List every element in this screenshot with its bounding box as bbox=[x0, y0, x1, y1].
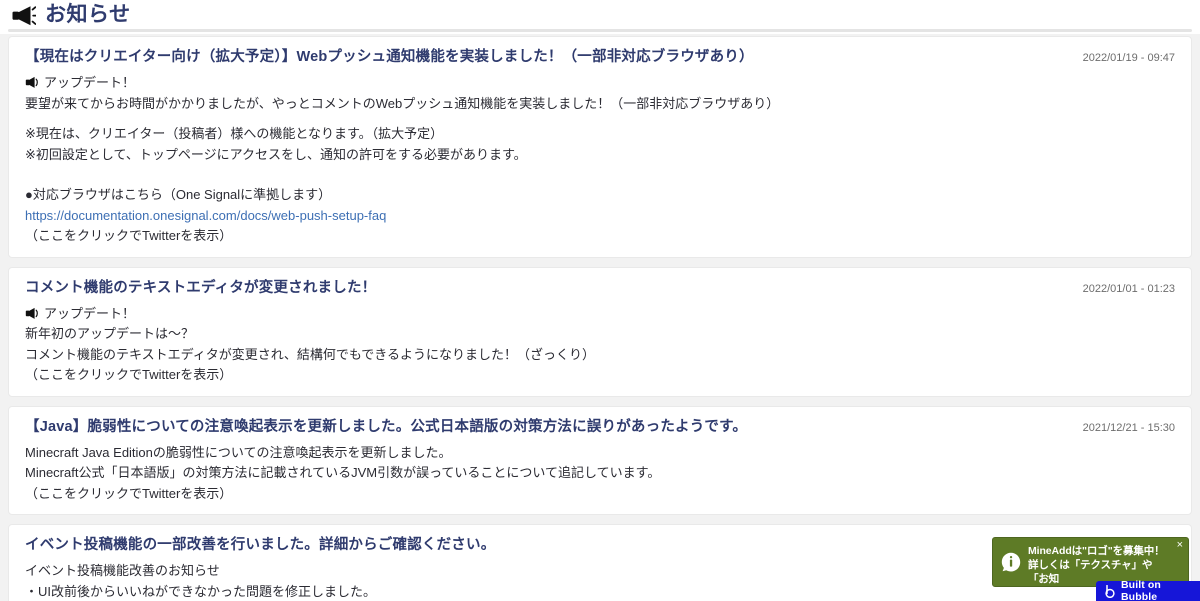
announcement-header: コメント機能のテキストエディタが変更されました！ 2022/01/01 - 01:… bbox=[23, 278, 1177, 298]
megaphone-icon bbox=[12, 5, 36, 25]
announcement-body: アップデート！ 要望が来てからお時間がかかりましたが、やっとコメントのWebプッシ… bbox=[23, 73, 1177, 247]
announcement-list: 【現在はクリエイター向け（拡大予定）】Webプッシュ通知機能を実装しました！（一… bbox=[8, 36, 1192, 601]
announcement-card[interactable]: 【現在はクリエイター向け（拡大予定）】Webプッシュ通知機能を実装しました！（一… bbox=[8, 36, 1192, 258]
loudspeaker-icon bbox=[25, 307, 38, 319]
announcement-body-spacer bbox=[25, 175, 1177, 185]
page-title: お知らせ bbox=[45, 3, 131, 26]
announcement-card[interactable]: 【Java】脆弱性についての注意喚起表示を更新しました。公式日本語版の対策方法に… bbox=[8, 405, 1192, 515]
announcement-title[interactable]: 【現在はクリエイター向け（拡大予定）】Webプッシュ通知機能を実装しました！（一… bbox=[23, 47, 1071, 67]
announcement-date: 2022/01/01 - 01:23 bbox=[1082, 282, 1175, 295]
loudspeaker-icon bbox=[25, 76, 38, 88]
announcement-body-text: （ここをクリックでTwitterを表示） bbox=[25, 367, 233, 382]
announcement-body-spacer bbox=[25, 165, 1177, 175]
close-icon[interactable]: × bbox=[1177, 539, 1183, 551]
header-divider bbox=[8, 29, 1192, 32]
announcement-title[interactable]: コメント機能のテキストエディタが変更されました！ bbox=[23, 278, 1071, 298]
info-icon bbox=[1001, 552, 1021, 572]
announcement-body-text: アップデート！ bbox=[44, 305, 136, 321]
announcement-body-text: Minecraft Java Editionの脆弱性についての注意喚起表示を更新… bbox=[25, 444, 452, 460]
header-inner: お知らせ bbox=[0, 0, 1200, 30]
announcement-body-text: （ここをクリックでTwitterを表示） bbox=[25, 485, 233, 501]
announcement-body-text: アップデート！ bbox=[44, 75, 136, 90]
announcement-body-spacer bbox=[25, 114, 1177, 124]
announcement-title[interactable]: イベント投稿機能の一部改善を行いました。詳細からご確認ください。 bbox=[23, 535, 1071, 555]
announcement-body-text: （ここをクリックでTwitterを表示） bbox=[25, 228, 233, 243]
announcement-body: Minecraft Java Editionの脆弱性についての注意喚起表示を更新… bbox=[23, 443, 1177, 505]
announcement-header: 【現在はクリエイター向け（拡大予定）】Webプッシュ通知機能を実装しました！（一… bbox=[23, 47, 1177, 67]
bubble-logo-icon bbox=[1105, 584, 1115, 598]
page-header: お知らせ bbox=[0, 0, 1200, 34]
announcement-body-link[interactable]: https://documentation.onesignal.com/docs… bbox=[25, 206, 1177, 227]
announcement-date: 2021/12/21 - 15:30 bbox=[1082, 421, 1175, 434]
bubble-badge-label: Built on Bubble bbox=[1121, 579, 1161, 601]
announcement-body-text: 新年初のアップデートは〜？ bbox=[25, 326, 195, 341]
announcement-date: 2022/01/19 - 09:47 bbox=[1082, 52, 1175, 64]
announcements-page: お知らせ 【現在はクリエイター向け（拡大予定）】Webプッシュ通知機能を実装しま… bbox=[0, 0, 1200, 601]
announcement-body-icon-line: アップデート！ bbox=[25, 73, 1177, 94]
toast-line-1: MineAddは"ロゴ"を募集中！ bbox=[1028, 545, 1165, 557]
announcement-body-text: ●対応ブラウザはこちら（One Signalに準拠します） bbox=[25, 187, 332, 202]
announcement-body: アップデート！ 新年初のアップデートは〜？ コメント機能のテキストエディタが変更され… bbox=[23, 304, 1177, 386]
announcement-body-text: Minecraft公式「日本語版」の対策方法に記載されているJVM引数が誤ってい… bbox=[25, 465, 661, 480]
announcement-card[interactable]: コメント機能のテキストエディタが変更されました！ 2022/01/01 - 01:… bbox=[8, 266, 1192, 397]
announcement-body-text: ※初回設定として、トップページにアクセスをし、通知の許可をする必要があります。 bbox=[25, 146, 527, 162]
announcement-body-text: ※現在は、クリエイター（投稿者）様への機能となります。（拡大予定） bbox=[25, 126, 444, 141]
announcement-body-text: コメント機能のテキストエディタが変更され、結構何でもできるようになりました！（ざ… bbox=[25, 346, 596, 362]
built-on-bubble-badge[interactable]: Built on Bubble bbox=[1096, 579, 1200, 601]
announcement-body-text: 要望が来てからお時間がかかりましたが、やっとコメントのWebプッシュ通知機能を実… bbox=[25, 95, 780, 111]
announcement-body-icon-line: アップデート！ bbox=[25, 304, 1177, 325]
announcement-header: 【Java】脆弱性についての注意喚起表示を更新しました。公式日本語版の対策方法に… bbox=[23, 417, 1177, 437]
announcement-title[interactable]: 【Java】脆弱性についての注意喚起表示を更新しました。公式日本語版の対策方法に… bbox=[23, 417, 1071, 437]
